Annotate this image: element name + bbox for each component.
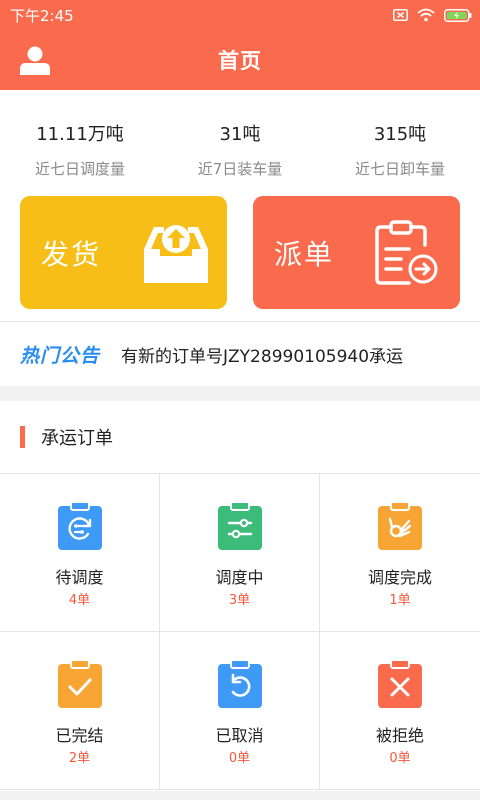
- stat-label: 近七日调度量: [34, 160, 125, 178]
- announcement-text[interactable]: 有新的订单号JZY28990105940承运: [121, 342, 457, 367]
- order-status-name: 已完结: [55, 726, 104, 745]
- order-status-grid: 待调度 4单 调度中 3单 调度完成 1单 已完结 2单 已取消 0单 被拒绝 …: [0, 474, 480, 790]
- battery-charging-icon: [444, 8, 472, 22]
- clipboard-sliders-icon: [218, 501, 262, 550]
- order-status-name: 待调度: [55, 568, 104, 587]
- sim-off-icon: [393, 9, 408, 21]
- user-icon[interactable]: [18, 44, 52, 76]
- stat-unloading-volume: 315吨 近七日卸车量: [320, 90, 480, 186]
- order-status-count: 4单: [68, 593, 91, 608]
- order-status-completed[interactable]: 已完结 2单: [0, 632, 160, 790]
- order-status-in-progress[interactable]: 调度中 3单: [160, 474, 320, 632]
- status-bar: 下午2:45: [0, 0, 480, 30]
- order-status-count: 0单: [389, 751, 411, 766]
- dispatch-button[interactable]: 派单: [253, 196, 460, 309]
- stat-value: 315吨: [373, 124, 427, 145]
- section-header: 承运订单: [0, 401, 480, 474]
- clipboard-check-icon: [58, 659, 102, 708]
- order-status-name: 调度完成: [367, 568, 432, 587]
- upload-tray-icon: [144, 225, 208, 283]
- order-status-count: 1单: [389, 593, 411, 608]
- order-status-dispatched[interactable]: 调度完成 1单: [320, 474, 480, 632]
- order-status-name: 已取消: [215, 726, 264, 745]
- ship-button[interactable]: 发货: [20, 196, 227, 309]
- order-status-name: 调度中: [215, 568, 264, 587]
- stat-value: 11.11万吨: [36, 124, 124, 145]
- stats-panel: 11.11万吨 近七日调度量 31吨 近7日装车量 315吨 近七日卸车量: [0, 90, 480, 186]
- announcement-bar[interactable]: 热门公告 有新的订单号JZY28990105940承运: [0, 321, 480, 386]
- status-time: 下午2:45: [10, 6, 74, 25]
- quick-actions: 发货 派单: [0, 186, 480, 321]
- stat-value: 31吨: [219, 124, 261, 145]
- section-title: 承运订单: [41, 428, 113, 449]
- title-bar: 首页: [0, 30, 480, 90]
- order-status-name: 被拒绝: [375, 726, 424, 745]
- order-status-pending[interactable]: 待调度 4单: [0, 474, 160, 632]
- stat-label: 近七日卸车量: [354, 160, 445, 178]
- wifi-icon: [417, 8, 435, 22]
- clipboard-undo-icon: [218, 659, 262, 708]
- carrier-orders-section: 承运订单 待调度 4单 调度中 3单 调度完成 1单 已完结 2单 已取消 0单…: [0, 401, 480, 791]
- app-header: 下午2:45 首页: [0, 0, 480, 90]
- announcement-tag: 热门公告: [20, 344, 101, 367]
- order-status-count: 3单: [228, 593, 251, 608]
- stat-dispatch-volume: 11.11万吨 近七日调度量: [0, 90, 160, 186]
- ship-button-label: 发货: [41, 238, 102, 271]
- clipboard-ok-hand-icon: [378, 501, 422, 550]
- dispatch-button-label: 派单: [274, 238, 335, 271]
- page-title: 首页: [218, 49, 262, 73]
- section-accent-bar: [20, 426, 25, 448]
- order-status-cancelled[interactable]: 已取消 0单: [160, 632, 320, 790]
- stat-label: 近7日装车量: [197, 160, 283, 178]
- order-status-count: 0单: [228, 751, 251, 766]
- status-icons: [393, 8, 472, 22]
- stat-loading-volume: 31吨 近7日装车量: [160, 90, 320, 186]
- clipboard-refresh-icon: [58, 501, 102, 550]
- order-status-count: 2单: [68, 751, 91, 766]
- clipboard-arrow-icon: [375, 220, 438, 285]
- order-status-rejected[interactable]: 被拒绝 0单: [320, 632, 480, 790]
- clipboard-x-icon: [378, 659, 422, 708]
